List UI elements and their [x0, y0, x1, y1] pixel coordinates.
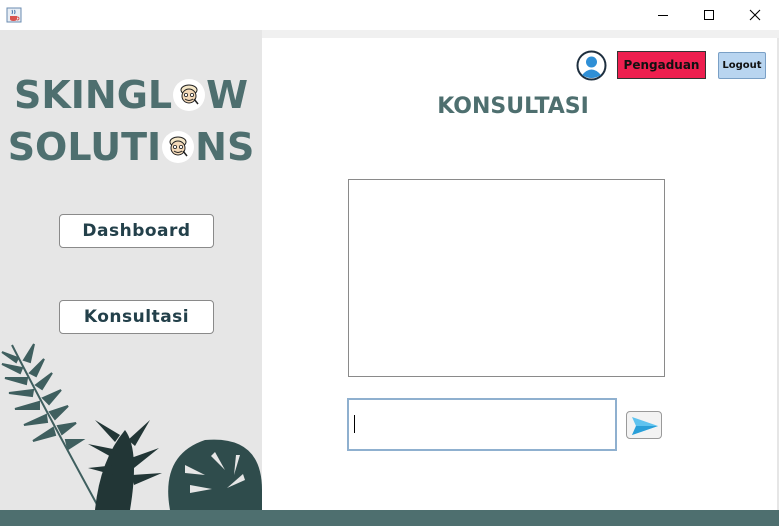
face-mask-icon: [162, 131, 195, 163]
window-titlebar: [0, 0, 779, 30]
paper-plane-icon: [632, 417, 658, 435]
brand-text-1b: W: [206, 73, 249, 117]
brand-text-1a: SKINGL: [13, 73, 173, 117]
brand-text-2b: NS: [195, 125, 255, 169]
chat-history-area[interactable]: [348, 179, 665, 377]
text-caret: [354, 415, 355, 433]
maximize-button[interactable]: [686, 0, 732, 30]
close-button[interactable]: [732, 0, 778, 30]
brand-line-2: SOLUTI NS: [0, 127, 262, 167]
maximize-icon: [704, 10, 714, 20]
send-button[interactable]: [626, 411, 662, 439]
user-avatar-icon[interactable]: [576, 50, 607, 81]
close-icon: [749, 9, 761, 21]
konsultasi-button[interactable]: Konsultasi: [59, 300, 214, 334]
face-mask-icon: [173, 79, 206, 111]
brand-line-1: SKINGL W: [0, 75, 262, 115]
brand-text-2a: SOLUTI: [7, 125, 162, 169]
minimize-button[interactable]: [640, 0, 686, 30]
tropical-leaves-decoration: [1, 343, 262, 510]
pengaduan-button[interactable]: Pengaduan: [617, 51, 706, 79]
minimize-icon: [658, 15, 668, 16]
message-input[interactable]: [347, 398, 617, 451]
java-cup-icon: [6, 7, 22, 23]
logout-button[interactable]: Logout: [718, 52, 766, 79]
dashboard-button[interactable]: Dashboard: [59, 214, 214, 248]
page-title: KONSULTASI: [437, 94, 589, 119]
bottom-bar: [0, 510, 779, 526]
sidebar: SKINGL W SOLUTI NS Dashboard Konsultasi: [0, 30, 262, 510]
